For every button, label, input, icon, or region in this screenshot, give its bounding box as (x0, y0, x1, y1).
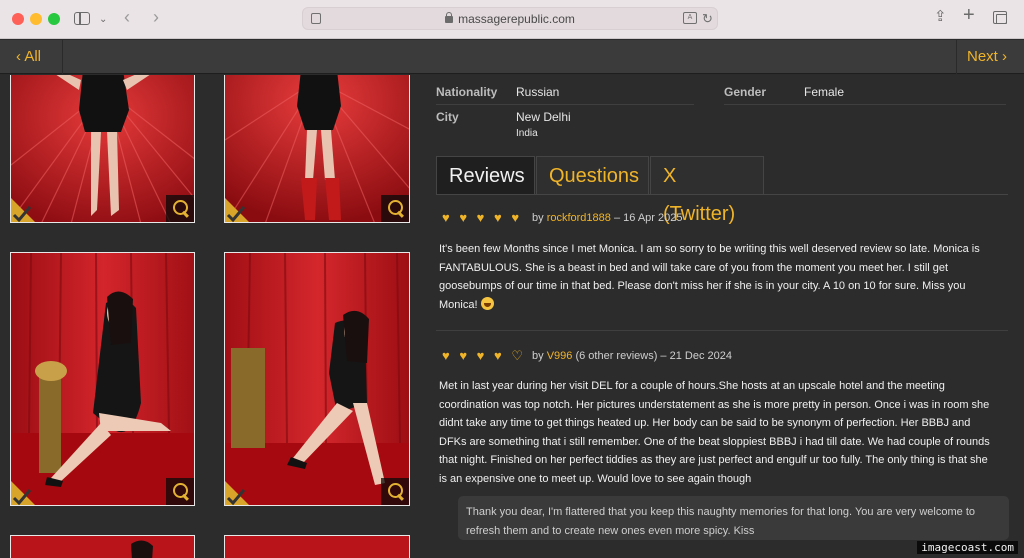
city-value: New Delhi (516, 110, 571, 124)
reviewer-link[interactable]: V996 (547, 350, 573, 362)
reviewer-link[interactable]: rockford1888 (547, 212, 611, 224)
rating-hearts-icon: ♥ ♥ ♥ ♥ ♡ (442, 348, 526, 363)
verified-badge-icon (11, 198, 35, 222)
rating-hearts-icon: ♥ ♥ ♥ ♥ ♥ (442, 210, 523, 225)
verified-badge-icon (225, 198, 249, 222)
city-label: City (436, 110, 459, 124)
verified-badge-icon (11, 481, 35, 505)
zoom-icon[interactable] (166, 195, 194, 222)
reload-icon[interactable]: ↻ (702, 11, 713, 27)
tab-reviews[interactable]: Reviews (436, 156, 535, 194)
grinning-emoji-icon (480, 296, 494, 310)
zoom-icon[interactable] (381, 478, 409, 505)
verified-badge-icon (225, 481, 249, 505)
profile-content: Nationality Russian Gender Female City N… (0, 75, 1024, 558)
zoom-icon[interactable] (381, 195, 409, 222)
review-divider (436, 330, 1008, 331)
profile-photo[interactable] (10, 252, 195, 506)
nationality-label: Nationality (436, 85, 498, 99)
forward-icon[interactable]: › (153, 8, 159, 26)
lock-icon (445, 12, 454, 23)
divider (724, 104, 1006, 105)
photo-image (225, 253, 409, 505)
profile-photo[interactable] (224, 252, 410, 506)
tabs-icon[interactable] (993, 11, 1007, 24)
review-meta: by rockford1888 – 16 Apr 2025 (532, 212, 683, 224)
photo-image (11, 253, 194, 505)
next-button[interactable]: Next › (956, 40, 1024, 74)
tabs-divider (436, 194, 1008, 195)
watermark: imagecoast.com (917, 541, 1018, 554)
profile-photo[interactable] (10, 535, 195, 558)
nationality-value: Russian (516, 85, 560, 99)
plus-icon[interactable]: + (963, 5, 975, 25)
share-icon[interactable]: ⇪ (934, 9, 947, 24)
all-button[interactable]: ‹ All (0, 40, 63, 74)
address-bar[interactable]: massagerepublic.com A ↻ (302, 7, 718, 30)
divider (436, 104, 694, 105)
gender-value: Female (804, 85, 845, 99)
photo-image (11, 536, 194, 558)
browser-toolbar: ⌄ ‹ › massagerepublic.com A ↻ ⇪ + (0, 0, 1024, 39)
tab-x-twitter[interactable]: X (Twitter) (650, 156, 764, 225)
url-text: massagerepublic.com (458, 12, 575, 26)
review-text: Met in last year during her visit DEL fo… (439, 380, 990, 485)
zoom-window-button[interactable] (48, 13, 60, 25)
sidebar-icon[interactable] (74, 12, 90, 25)
owner-reply: Thank you dear, I'm flattered that you k… (458, 496, 1009, 540)
photo-image (225, 536, 409, 558)
profile-photo[interactable] (10, 75, 195, 223)
tab-questions[interactable]: Questions (536, 156, 649, 194)
zoom-icon[interactable] (166, 478, 194, 505)
city-country: India (516, 128, 538, 139)
chevron-down-icon[interactable]: ⌄ (99, 13, 107, 27)
chevron-right-icon: › (997, 48, 1008, 65)
profile-nav-bar: ‹ All Next › (0, 40, 1024, 74)
profile-photo[interactable] (224, 75, 410, 223)
profile-photo[interactable] (224, 535, 410, 558)
close-window-button[interactable] (12, 13, 24, 25)
review-meta: by V996 (6 other reviews) – 21 Dec 2024 (532, 350, 732, 362)
review-text: It's been few Months since I met Monica.… (439, 243, 980, 311)
translate-icon[interactable]: A (683, 12, 697, 24)
back-icon[interactable]: ‹ (124, 8, 130, 26)
gender-label: Gender (724, 85, 767, 99)
minimize-window-button[interactable] (30, 13, 42, 25)
